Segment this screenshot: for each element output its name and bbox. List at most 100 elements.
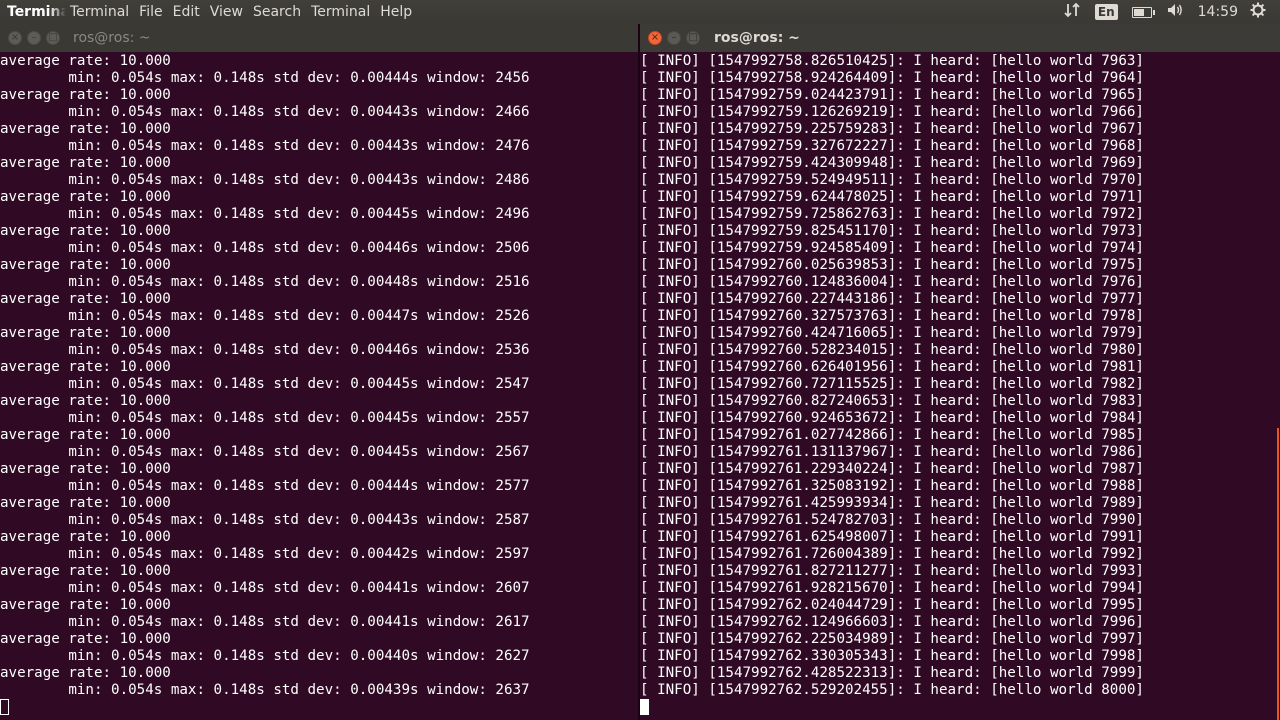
- battery-icon[interactable]: [1131, 6, 1155, 18]
- terminal-line: average rate: 10.000: [0, 597, 171, 613]
- menu-item-file[interactable]: File: [139, 0, 170, 24]
- terminal-line: [ INFO] [1547992760.025639853]: I heard:…: [640, 257, 1144, 273]
- terminal-line: [ INFO] [1547992759.725862763]: I heard:…: [640, 206, 1144, 222]
- terminal-line: [ INFO] [1547992762.225034989]: I heard:…: [640, 631, 1144, 647]
- terminal-line: [ INFO] [1547992761.229340224]: I heard:…: [640, 461, 1144, 477]
- titlebar-left[interactable]: × – □ ros@ros: ~: [0, 24, 638, 52]
- close-icon[interactable]: ×: [648, 31, 662, 45]
- scrollbar[interactable]: [1277, 428, 1279, 720]
- terminal-line: min: 0.054s max: 0.148s std dev: 0.00444…: [0, 70, 530, 86]
- app-name[interactable]: Terminal: [0, 0, 66, 24]
- prompt-line: [0, 699, 638, 716]
- top-panel: Terminal Terminal File Edit View Search …: [0, 0, 1280, 24]
- terminal-line: [ INFO] [1547992761.524782703]: I heard:…: [640, 512, 1144, 528]
- terminal-line: average rate: 10.000: [0, 393, 171, 409]
- window-title: ros@ros: ~: [714, 30, 800, 46]
- terminal-line: min: 0.054s max: 0.148s std dev: 0.00441…: [0, 614, 530, 630]
- clock[interactable]: 14:59: [1198, 4, 1238, 20]
- terminal-line: average rate: 10.000: [0, 291, 171, 307]
- terminal-line: [ INFO] [1547992759.825451170]: I heard:…: [640, 223, 1144, 239]
- terminal-line: min: 0.054s max: 0.148s std dev: 0.00443…: [0, 138, 530, 154]
- minimize-icon[interactable]: –: [27, 31, 41, 45]
- network-arrows-icon[interactable]: [1063, 2, 1081, 22]
- terminal-line: min: 0.054s max: 0.148s std dev: 0.00443…: [0, 172, 530, 188]
- terminal-line: [ INFO] [1547992758.924264409]: I heard:…: [640, 70, 1144, 86]
- terminal-line: average rate: 10.000: [0, 563, 171, 579]
- terminal-line: [ INFO] [1547992760.327573763]: I heard:…: [640, 308, 1144, 324]
- terminal-window-left[interactable]: × – □ ros@ros: ~ average rate: 10.000 mi…: [0, 24, 638, 720]
- titlebar-right[interactable]: × – □ ros@ros: ~: [640, 24, 1280, 52]
- terminal-line: min: 0.054s max: 0.148s std dev: 0.00446…: [0, 240, 530, 256]
- terminal-line: min: 0.054s max: 0.148s std dev: 0.00443…: [0, 512, 530, 528]
- gear-icon[interactable]: [1250, 2, 1266, 22]
- terminal-line: [ INFO] [1547992759.924585409]: I heard:…: [640, 240, 1144, 256]
- menu-item-terminal[interactable]: Terminal: [70, 0, 137, 24]
- terminal-line: [ INFO] [1547992761.726004389]: I heard:…: [640, 546, 1144, 562]
- terminal-line: [ INFO] [1547992761.625498007]: I heard:…: [640, 529, 1144, 545]
- terminal-line: min: 0.054s max: 0.148s std dev: 0.00445…: [0, 444, 530, 460]
- menu-item-view[interactable]: View: [210, 0, 251, 24]
- terminal-line: [ INFO] [1547992760.528234015]: I heard:…: [640, 342, 1144, 358]
- menu-item-help[interactable]: Help: [380, 0, 420, 24]
- terminal-line: average rate: 10.000: [0, 155, 171, 171]
- terminal-line: min: 0.054s max: 0.148s std dev: 0.00441…: [0, 580, 530, 596]
- text-cursor: [640, 699, 649, 715]
- minimize-icon[interactable]: –: [667, 31, 681, 45]
- terminal-line: [ INFO] [1547992759.424309948]: I heard:…: [640, 155, 1144, 171]
- prompt-line: [640, 699, 1280, 716]
- terminal-window-right[interactable]: × – □ ros@ros: ~ [ INFO] [1547992758.826…: [640, 24, 1280, 720]
- terminal-line: [ INFO] [1547992762.124966603]: I heard:…: [640, 614, 1144, 630]
- terminal-line: [ INFO] [1547992762.428522313]: I heard:…: [640, 665, 1144, 681]
- terminal-line: average rate: 10.000: [0, 665, 171, 681]
- menu-item-edit[interactable]: Edit: [173, 0, 208, 24]
- terminal-line: min: 0.054s max: 0.148s std dev: 0.00448…: [0, 274, 530, 290]
- terminal-line: average rate: 10.000: [0, 495, 171, 511]
- terminal-line: min: 0.054s max: 0.148s std dev: 0.00446…: [0, 342, 530, 358]
- terminal-line: [ INFO] [1547992760.827240653]: I heard:…: [640, 393, 1144, 409]
- terminal-line: min: 0.054s max: 0.148s std dev: 0.00440…: [0, 648, 530, 664]
- terminal-line: [ INFO] [1547992760.626401956]: I heard:…: [640, 359, 1144, 375]
- maximize-icon[interactable]: □: [46, 31, 60, 45]
- menu-bar: Terminal File Edit View Search Terminal …: [70, 0, 422, 24]
- terminal-line: [ INFO] [1547992762.330305343]: I heard:…: [640, 648, 1144, 664]
- terminal-line: average rate: 10.000: [0, 325, 171, 341]
- terminal-line: [ INFO] [1547992762.529202455]: I heard:…: [640, 682, 1144, 698]
- terminal-line: average rate: 10.000: [0, 257, 171, 273]
- terminal-line: [ INFO] [1547992759.624478025]: I heard:…: [640, 189, 1144, 205]
- keyboard-layout-indicator[interactable]: En: [1094, 4, 1118, 20]
- terminal-line: [ INFO] [1547992761.827211277]: I heard:…: [640, 563, 1144, 579]
- terminal-line: [ INFO] [1547992759.524949511]: I heard:…: [640, 172, 1144, 188]
- terminal-line: min: 0.054s max: 0.148s std dev: 0.00447…: [0, 308, 530, 324]
- terminal-line: average rate: 10.000: [0, 53, 171, 69]
- terminal-line: min: 0.054s max: 0.148s std dev: 0.00445…: [0, 410, 530, 426]
- terminal-line: min: 0.054s max: 0.148s std dev: 0.00442…: [0, 546, 530, 562]
- terminal-line: min: 0.054s max: 0.148s std dev: 0.00445…: [0, 206, 530, 222]
- terminal-line: [ INFO] [1547992759.126269219]: I heard:…: [640, 104, 1144, 120]
- terminal-output-left[interactable]: average rate: 10.000 min: 0.054s max: 0.…: [0, 53, 638, 720]
- terminal-line: [ INFO] [1547992760.424716065]: I heard:…: [640, 325, 1144, 341]
- terminal-line: [ INFO] [1547992760.924653672]: I heard:…: [640, 410, 1144, 426]
- terminal-line: [ INFO] [1547992760.727115525]: I heard:…: [640, 376, 1144, 392]
- terminal-line: average rate: 10.000: [0, 121, 171, 137]
- close-icon[interactable]: ×: [8, 31, 22, 45]
- terminal-output-right[interactable]: [ INFO] [1547992758.826510425]: I heard:…: [640, 53, 1280, 720]
- volume-icon[interactable]: [1166, 2, 1184, 22]
- terminal-line: average rate: 10.000: [0, 529, 171, 545]
- terminal-line: min: 0.054s max: 0.148s std dev: 0.00443…: [0, 104, 530, 120]
- terminal-line: min: 0.054s max: 0.148s std dev: 0.00445…: [0, 376, 530, 392]
- window-title: ros@ros: ~: [73, 30, 151, 46]
- terminal-line: [ INFO] [1547992761.928215670]: I heard:…: [640, 580, 1144, 596]
- terminal-line: [ INFO] [1547992759.225759283]: I heard:…: [640, 121, 1144, 137]
- terminal-line: min: 0.054s max: 0.148s std dev: 0.00439…: [0, 682, 530, 698]
- terminal-line: average rate: 10.000: [0, 189, 171, 205]
- system-tray: En 14:59: [1063, 0, 1280, 24]
- menu-item-search[interactable]: Search: [253, 0, 309, 24]
- terminal-line: average rate: 10.000: [0, 461, 171, 477]
- terminal-line: [ INFO] [1547992760.124836004]: I heard:…: [640, 274, 1144, 290]
- terminal-line: [ INFO] [1547992761.131137967]: I heard:…: [640, 444, 1144, 460]
- terminal-line: min: 0.054s max: 0.148s std dev: 0.00444…: [0, 478, 530, 494]
- menu-item-terminal-2[interactable]: Terminal: [311, 0, 378, 24]
- terminal-line: [ INFO] [1547992761.325083192]: I heard:…: [640, 478, 1144, 494]
- terminal-line: average rate: 10.000: [0, 87, 171, 103]
- maximize-icon[interactable]: □: [686, 31, 700, 45]
